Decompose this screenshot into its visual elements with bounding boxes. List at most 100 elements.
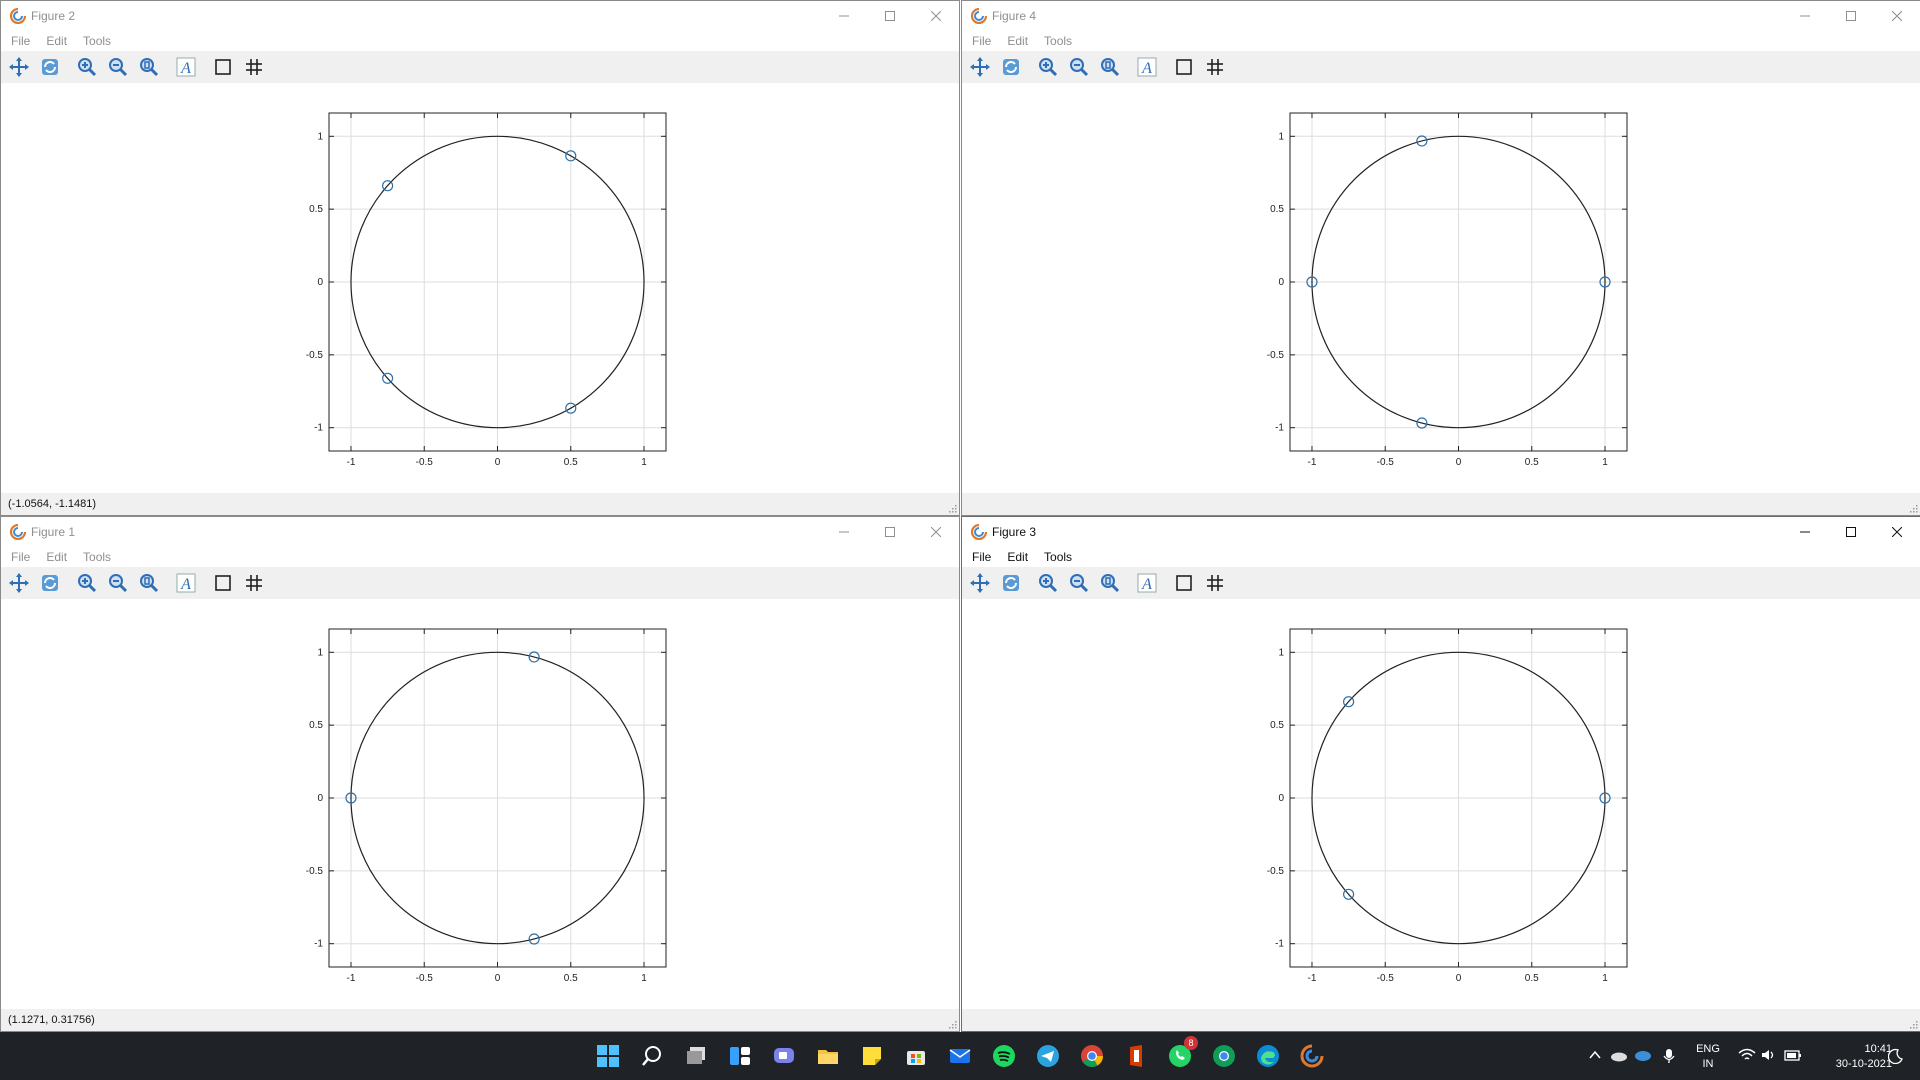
minimize-button[interactable] xyxy=(821,1,867,31)
close-button[interactable] xyxy=(913,517,959,547)
zoom-out-button[interactable] xyxy=(104,569,132,597)
taskbar-octave-button[interactable] xyxy=(1296,1040,1328,1072)
zoom-out-button[interactable] xyxy=(1065,569,1093,597)
close-button[interactable] xyxy=(1874,1,1920,31)
menu-file[interactable]: File xyxy=(966,31,997,51)
zoom-in-button[interactable] xyxy=(73,569,101,597)
zoom-in-button[interactable] xyxy=(1034,53,1062,81)
zoom-in-button[interactable] xyxy=(73,53,101,81)
axes-box-button[interactable] xyxy=(1170,569,1198,597)
pan-button[interactable] xyxy=(5,569,33,597)
grid-button[interactable] xyxy=(240,53,268,81)
taskbar-file-explorer-button[interactable] xyxy=(812,1040,844,1072)
autoscale-button[interactable] xyxy=(135,53,163,81)
taskbar-spotify-button[interactable] xyxy=(988,1040,1020,1072)
zoom-out-button[interactable] xyxy=(1065,53,1093,81)
insert-text-button[interactable]: A xyxy=(172,53,200,81)
taskbar-chat-button[interactable] xyxy=(768,1040,800,1072)
rotate-button[interactable] xyxy=(997,569,1025,597)
maximize-button[interactable] xyxy=(1828,517,1874,547)
menu-tools[interactable]: Tools xyxy=(77,31,117,51)
grid-button[interactable] xyxy=(240,569,268,597)
autoscale-button[interactable] xyxy=(1096,569,1124,597)
taskbar-whatsapp-button[interactable]: 8 xyxy=(1164,1036,1198,1072)
maximize-button[interactable] xyxy=(867,517,913,547)
taskbar-edge-button[interactable] xyxy=(1252,1040,1284,1072)
insert-text-button[interactable]: A xyxy=(1133,53,1161,81)
clock[interactable]: 10:41 30-10-2021 xyxy=(1812,1042,1892,1072)
volume-button[interactable] xyxy=(1760,1048,1778,1067)
taskbar-task-view-button[interactable] xyxy=(680,1040,712,1072)
notifications-button[interactable] xyxy=(1887,1048,1904,1069)
autoscale-button[interactable] xyxy=(135,569,163,597)
cloud-sync-button[interactable] xyxy=(1634,1048,1652,1067)
wifi-button[interactable] xyxy=(1738,1048,1756,1067)
pan-button[interactable] xyxy=(966,53,994,81)
menu-edit[interactable]: Edit xyxy=(40,31,73,51)
menu-tools[interactable]: Tools xyxy=(1038,31,1078,51)
rotate-button[interactable] xyxy=(36,53,64,81)
menu-file[interactable]: File xyxy=(966,547,997,567)
zoom-in-button[interactable] xyxy=(1034,569,1062,597)
notifications-icon xyxy=(1887,1048,1903,1065)
taskbar-office-button[interactable] xyxy=(1120,1040,1152,1072)
title-bar[interactable]: Figure 4 xyxy=(962,1,1920,31)
pan-button[interactable] xyxy=(966,569,994,597)
taskbar-chrome-profile-button[interactable] xyxy=(1208,1040,1240,1072)
title-bar[interactable]: Figure 2 xyxy=(1,1,959,31)
taskbar-chrome-button[interactable] xyxy=(1076,1040,1108,1072)
taskbar-telegram-button[interactable] xyxy=(1032,1040,1064,1072)
maximize-button[interactable] xyxy=(1828,1,1874,31)
plot-area[interactable]: -1 -0.5 0 0.5 1 1 0.5 0 -0.5 -1 xyxy=(962,599,1920,1011)
rotate-button[interactable] xyxy=(997,53,1025,81)
menu-edit[interactable]: Edit xyxy=(1001,31,1034,51)
onedrive-button[interactable] xyxy=(1610,1048,1628,1067)
grid-button[interactable] xyxy=(1201,53,1229,81)
insert-text-button[interactable]: A xyxy=(172,569,200,597)
resize-grip-icon[interactable] xyxy=(1910,505,1918,513)
title-bar[interactable]: Figure 3 xyxy=(962,517,1920,547)
resize-grip-icon[interactable] xyxy=(1910,1021,1918,1029)
maximize-button[interactable] xyxy=(867,1,913,31)
plot-area[interactable]: -1 -0.5 0 0.5 1 1 0.5 0 -0.5 -1 xyxy=(962,83,1920,495)
insert-text-button[interactable]: A xyxy=(1133,569,1161,597)
taskbar-start-button[interactable] xyxy=(592,1040,624,1072)
minimize-button[interactable] xyxy=(1782,1,1828,31)
menu-edit[interactable]: Edit xyxy=(40,547,73,567)
taskbar-sticky-notes-button[interactable] xyxy=(856,1040,888,1072)
minimize-button[interactable] xyxy=(821,517,867,547)
title-bar[interactable]: Figure 1 xyxy=(1,517,959,547)
close-button[interactable] xyxy=(913,1,959,31)
figure-window[interactable]: Figure 4 File Edit Tools A -1 -0.5 0 0.5 1 1 0… xyxy=(961,0,1920,516)
figure-window[interactable]: Figure 2 File Edit Tools A -1 -0.5 0 0.5 1 1 0… xyxy=(0,0,960,516)
figure-window[interactable]: Figure 1 File Edit Tools A -1 -0.5 0 0.5 1 1 0… xyxy=(0,516,960,1032)
minimize-button[interactable] xyxy=(1782,517,1828,547)
axes-box-button[interactable] xyxy=(209,53,237,81)
language-indicator[interactable]: ENG IN xyxy=(1688,1042,1728,1072)
pan-button[interactable] xyxy=(5,53,33,81)
taskbar-widgets-button[interactable] xyxy=(724,1040,756,1072)
rotate-button[interactable] xyxy=(36,569,64,597)
menu-tools[interactable]: Tools xyxy=(1038,547,1078,567)
resize-grip-icon[interactable] xyxy=(949,1021,957,1029)
close-button[interactable] xyxy=(1874,517,1920,547)
menu-file[interactable]: File xyxy=(5,31,36,51)
chevron-up-button[interactable] xyxy=(1588,1048,1602,1067)
menu-edit[interactable]: Edit xyxy=(1001,547,1034,567)
menu-file[interactable]: File xyxy=(5,547,36,567)
figure-window[interactable]: Figure 3 File Edit Tools A -1 -0.5 0 0.5 1 1 0… xyxy=(961,516,1920,1032)
plot-area[interactable]: -1 -0.5 0 0.5 1 1 0.5 0 -0.5 -1 xyxy=(1,599,959,1011)
taskbar-store-button[interactable] xyxy=(900,1040,932,1072)
menu-tools[interactable]: Tools xyxy=(77,547,117,567)
grid-button[interactable] xyxy=(1201,569,1229,597)
resize-grip-icon[interactable] xyxy=(949,505,957,513)
battery-button[interactable] xyxy=(1784,1048,1802,1067)
axes-box-button[interactable] xyxy=(209,569,237,597)
plot-area[interactable]: -1 -0.5 0 0.5 1 1 0.5 0 -0.5 -1 xyxy=(1,83,959,495)
taskbar-search-button[interactable] xyxy=(636,1040,668,1072)
zoom-out-button[interactable] xyxy=(104,53,132,81)
axes-box-button[interactable] xyxy=(1170,53,1198,81)
taskbar-mail-button[interactable] xyxy=(944,1040,976,1072)
autoscale-button[interactable] xyxy=(1096,53,1124,81)
microphone-button[interactable] xyxy=(1662,1048,1676,1069)
